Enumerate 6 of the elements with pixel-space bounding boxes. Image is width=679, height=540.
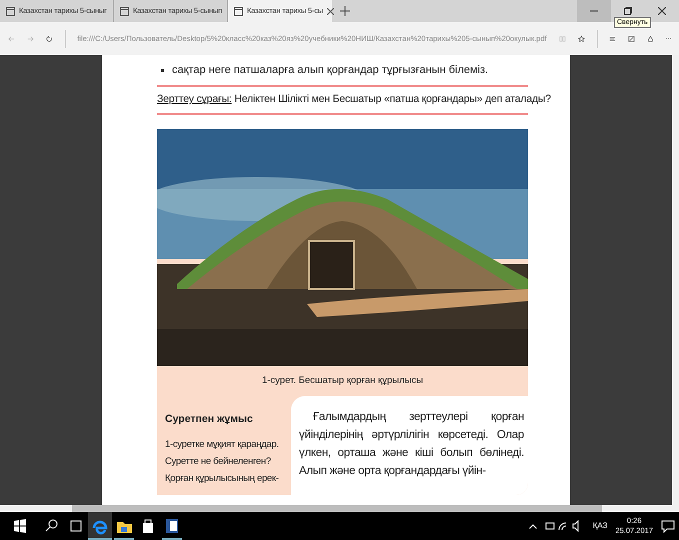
- body-text: Ғалымдардың зерттеулері қорған үйінділерінің әртүрлілігін көрсетеді. Олар үлкен, орташа және кіші болып бөлінеді. Алып және орта қорғандардағы үйін-: [291, 396, 528, 495]
- sidebar-text: 1-суретке мұқият қараңдар. Суретте не бейнеленген? Қорған құрылысының ерек-: [165, 438, 280, 486]
- sidebar-title: Суретпен жұмыс: [165, 412, 254, 427]
- research-question: Зерттеу сұрағы: Неліктен Шілікті мен Бесшатыр «патша қорғандары» деп аталады?: [157, 93, 551, 105]
- bullet-text: сақтар неге патшаларға алып қорғандар тұрғызғанын білеміз.: [172, 62, 488, 78]
- figure-caption: 1-сурет. Бесшатыр қорған құрылысы: [260, 374, 424, 388]
